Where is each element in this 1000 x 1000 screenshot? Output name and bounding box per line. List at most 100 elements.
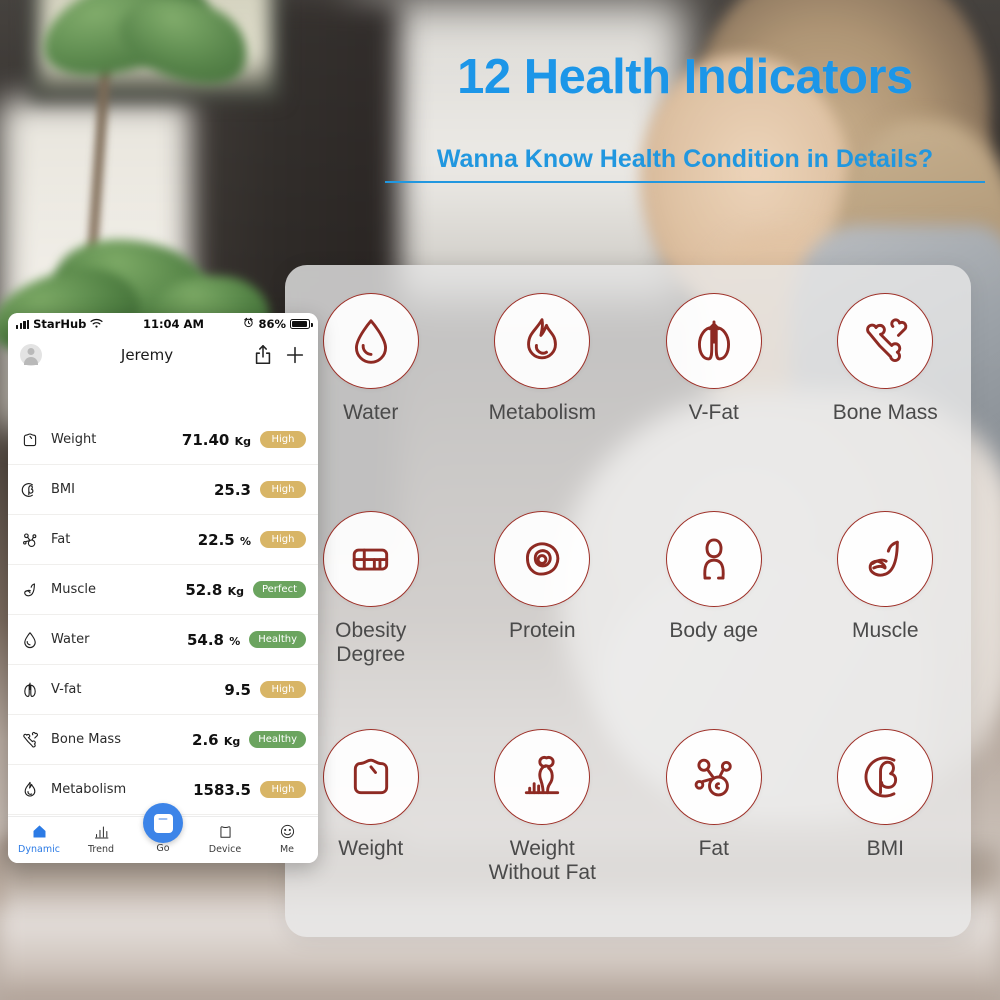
status-bar-right: 86% — [243, 317, 313, 331]
list-item[interactable]: BMI 25.3 High — [8, 465, 318, 515]
tab-dynamic[interactable]: Dynamic — [8, 821, 70, 855]
avatar-icon[interactable] — [20, 344, 42, 366]
indicator-item-fat[interactable]: Fat — [628, 719, 800, 937]
tab-me[interactable]: Me — [256, 821, 318, 855]
page-title: 12 Health Indicators — [457, 50, 913, 104]
indicator-item-metabolism[interactable]: Metabolism — [457, 283, 629, 501]
battery-percent-label: 86% — [258, 317, 286, 331]
person-icon — [665, 511, 762, 607]
indicator-item-v-fat[interactable]: V-Fat — [628, 283, 800, 501]
figure-chart-icon — [494, 729, 591, 825]
list-item[interactable]: Weight 71.40 Kg High — [8, 415, 318, 465]
tab-label: Go — [156, 843, 170, 854]
signal-bars-icon — [16, 319, 30, 329]
status-bar-left: StarHub — [16, 317, 103, 331]
tab-label: Dynamic — [18, 844, 60, 855]
lungs-icon — [665, 293, 762, 389]
indicator-label: Water — [343, 401, 399, 424]
indicator-item-bmi[interactable]: BMI — [800, 719, 972, 937]
indicator-label: Protein — [508, 619, 576, 642]
app-navbar: Jeremy — [8, 335, 318, 375]
flexed-arm-icon — [20, 580, 40, 600]
indicator-label: Fat — [698, 837, 729, 860]
content-spacer — [8, 375, 318, 415]
measurement-label: Weight — [51, 432, 97, 447]
indicator-item-weight-without-fat[interactable]: Weight Without Fat — [457, 719, 629, 937]
water-drop-icon — [322, 293, 419, 389]
indicator-label: Obesity Degree — [335, 619, 407, 666]
list-item[interactable]: Bone Mass 2.6 Kg Healthy — [8, 715, 318, 765]
list-item[interactable]: V-fat 9.5 High — [8, 665, 318, 715]
measurement-value: 22.5 % — [197, 530, 251, 549]
indicators-panel: Water Metabolism V-Fat Bone Mass Obesity — [285, 265, 971, 937]
molecule-icon — [665, 729, 762, 825]
tab-device[interactable]: Device — [194, 821, 256, 855]
water-drop-icon — [20, 630, 40, 650]
plus-icon[interactable] — [284, 344, 306, 366]
page-subtitle: Wanna Know Health Condition in Details? — [385, 145, 985, 183]
indicator-item-protein[interactable]: Protein — [457, 501, 629, 719]
bmi-beta-icon — [837, 729, 934, 825]
lungs-icon — [20, 680, 40, 700]
status-badge: High — [260, 431, 306, 448]
share-icon[interactable] — [252, 344, 274, 366]
indicator-label: V-Fat — [688, 401, 739, 424]
weight-scale-icon — [322, 729, 419, 825]
phone-app-screenshot: StarHub 11:04 AM 86% Jeremy Weight 71.40… — [8, 313, 318, 863]
body-scale-icon — [322, 511, 419, 607]
tab-go[interactable]: Go — [132, 803, 194, 854]
measurement-value: 9.5 — [224, 680, 251, 699]
wifi-icon — [90, 317, 103, 331]
measurement-value: 71.40 Kg — [181, 430, 251, 449]
list-item[interactable]: Water 54.8 % Healthy — [8, 615, 318, 665]
measurement-label: V-fat — [51, 682, 82, 697]
measurement-label: Water — [51, 632, 90, 647]
status-bar: StarHub 11:04 AM 86% — [8, 313, 318, 335]
indicator-label: Body age — [669, 619, 759, 642]
indicator-label: Metabolism — [488, 401, 596, 424]
flame-icon — [20, 780, 40, 800]
chart-icon — [92, 821, 111, 841]
bmi-beta-icon — [20, 480, 40, 500]
indicator-label: Weight — [338, 837, 404, 860]
list-item[interactable]: Fat 22.5 % High — [8, 515, 318, 565]
status-badge: High — [260, 781, 306, 798]
tab-trend[interactable]: Trend — [70, 821, 132, 855]
alarm-clock-icon — [243, 317, 254, 331]
bottom-tab-bar: Dynamic Trend Go Device Me — [8, 803, 318, 863]
home-icon — [30, 821, 49, 841]
molecule-icon — [20, 530, 40, 550]
tab-label: Trend — [88, 844, 114, 855]
indicator-label: Weight Without Fat — [488, 837, 596, 884]
measurement-value: 25.3 — [213, 480, 251, 499]
list-item[interactable]: Muscle 52.8 Kg Perfect — [8, 565, 318, 615]
tab-label: Me — [279, 844, 295, 855]
profile-name: Jeremy — [120, 346, 174, 364]
status-bar-time: 11:04 AM — [142, 317, 204, 331]
indicator-item-body-age[interactable]: Body age — [628, 501, 800, 719]
scale-icon[interactable] — [143, 803, 183, 843]
bone-icon — [20, 730, 40, 750]
smiley-icon — [278, 821, 297, 841]
measurement-label: BMI — [51, 482, 75, 497]
measurement-value: 1583.5 — [193, 780, 251, 799]
status-badge: Healthy — [249, 731, 306, 748]
indicator-label: Bone Mass — [832, 401, 938, 424]
status-badge: High — [260, 681, 306, 698]
status-badge: High — [260, 531, 306, 548]
measurement-label: Fat — [51, 532, 71, 547]
measurement-label: Metabolism — [51, 782, 127, 797]
measurements-list: Weight 71.40 Kg High BMI 25.3 High Fat 2… — [8, 415, 318, 815]
measurement-label: Bone Mass — [51, 732, 121, 747]
measurement-value: 54.8 % — [186, 630, 241, 649]
device-icon — [216, 821, 235, 841]
status-badge: High — [260, 481, 306, 498]
tab-label: Device — [208, 844, 242, 855]
status-badge: Healthy — [249, 631, 306, 648]
indicator-label: BMI — [866, 837, 904, 860]
indicator-grid: Water Metabolism V-Fat Bone Mass Obesity — [285, 283, 971, 937]
bone-icon — [837, 293, 934, 389]
indicator-item-bone-mass[interactable]: Bone Mass — [800, 283, 972, 501]
indicator-item-muscle[interactable]: Muscle — [800, 501, 972, 719]
measurement-label: Muscle — [51, 582, 96, 597]
